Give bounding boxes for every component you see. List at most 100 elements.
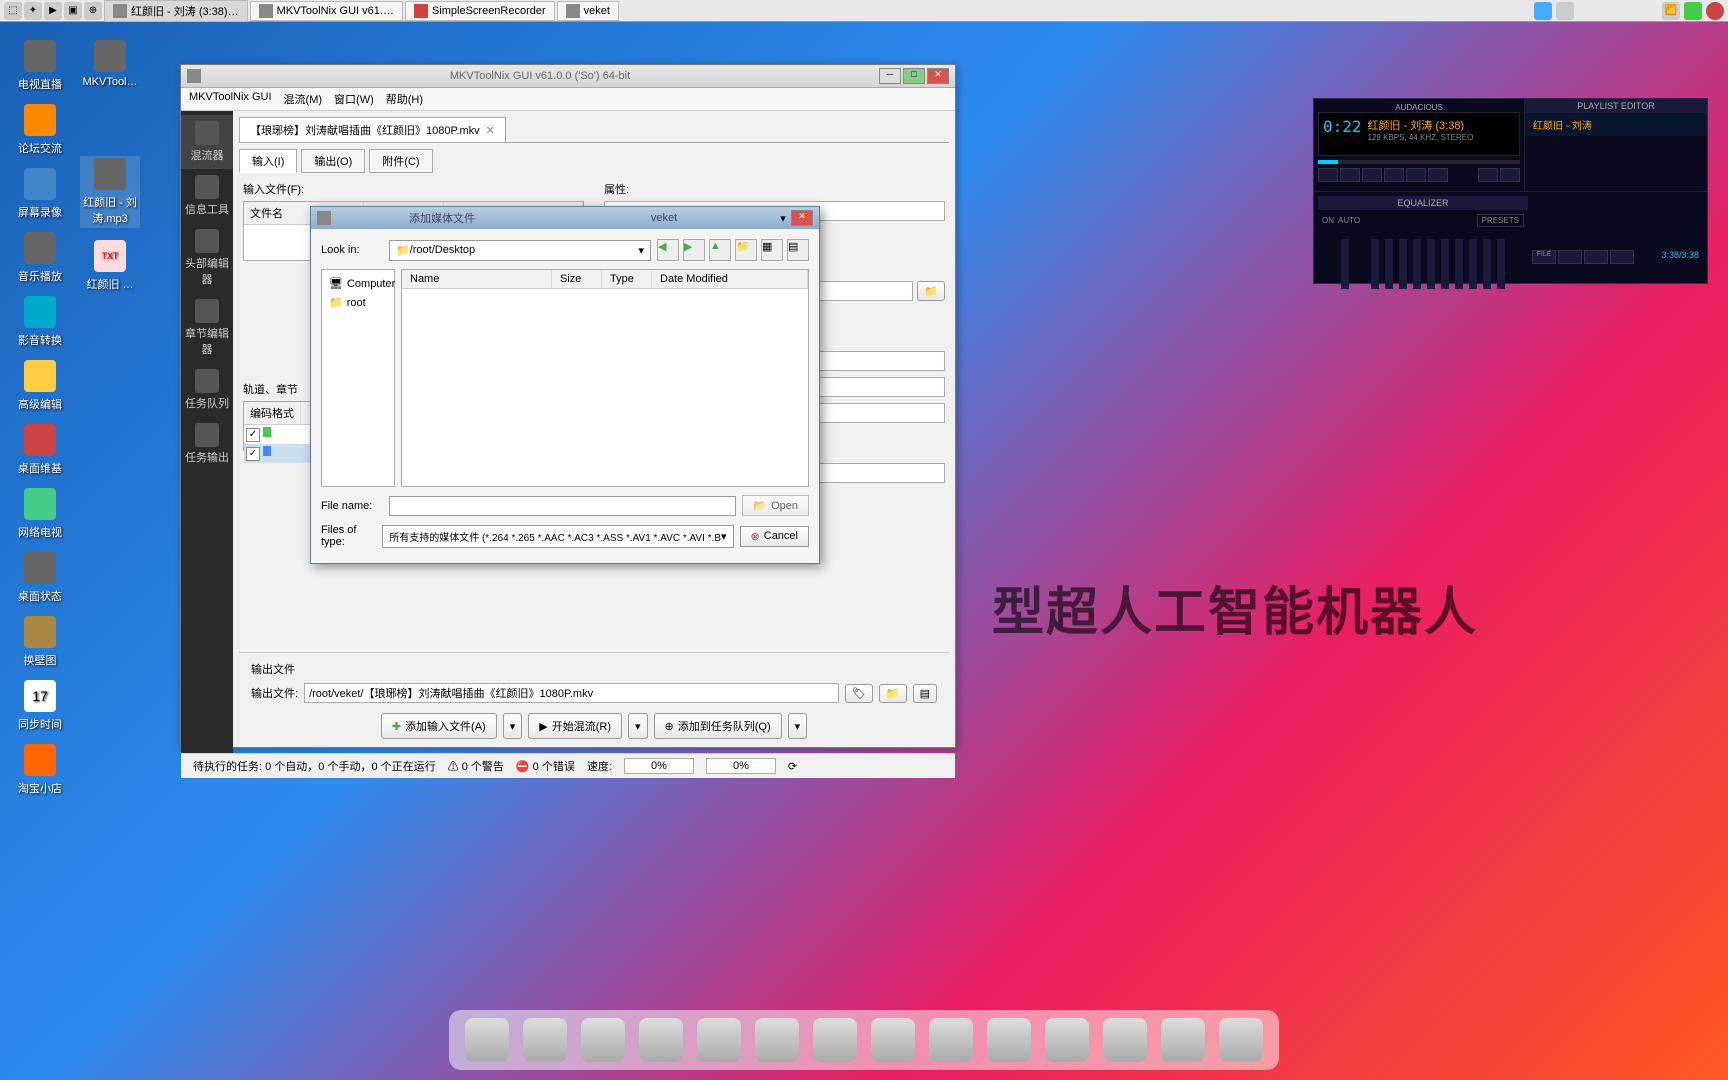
desktop-icon-nettv[interactable]: 网络电视: [10, 488, 70, 540]
menu-window[interactable]: 窗口(W): [334, 91, 374, 107]
minimize-button[interactable]: ─: [879, 68, 901, 84]
desktop-icon-wallpaper[interactable]: 换壁图: [10, 616, 70, 668]
desktop-icon-mp3[interactable]: 红颜旧 - 刘涛.mp3: [80, 156, 140, 228]
app-menu-icon[interactable]: ⬚: [4, 2, 22, 20]
back-button[interactable]: ◀: [657, 239, 679, 261]
eq-on-label[interactable]: ON: [1322, 216, 1334, 225]
detailview-button[interactable]: ▤: [787, 239, 809, 261]
battery-icon[interactable]: [1684, 2, 1702, 20]
sidebar-queue[interactable]: 任务队列: [181, 363, 233, 417]
desktop-icon-mkvtool[interactable]: MKVTool…: [80, 40, 140, 88]
add-input-button[interactable]: ✚添加输入文件(A): [381, 713, 497, 739]
close-button[interactable]: ✕: [927, 68, 949, 84]
col-size[interactable]: Size: [552, 270, 602, 288]
output-browse-button[interactable]: 📁: [879, 684, 907, 703]
maximize-button[interactable]: □: [903, 68, 925, 84]
menu-mux[interactable]: 混流(M): [284, 91, 323, 107]
subtab-output[interactable]: 输出(O): [301, 149, 365, 173]
track-checkbox-1[interactable]: ✓: [246, 428, 260, 442]
dock-item-2[interactable]: [523, 1018, 567, 1062]
sidebar-info[interactable]: 信息工具: [181, 169, 233, 223]
taskbar-item-ssr[interactable]: SimpleScreenRecorder: [405, 1, 555, 21]
repeat-button[interactable]: [1500, 168, 1520, 182]
add-queue-button[interactable]: ⊕添加到任务队列(Q): [654, 713, 782, 739]
dock-item-14[interactable]: [1219, 1018, 1263, 1062]
dock-item-13[interactable]: [1161, 1018, 1205, 1062]
sidebar-output[interactable]: 任务输出: [181, 417, 233, 471]
dock-item-4[interactable]: [639, 1018, 683, 1062]
dock-item-12[interactable]: [1103, 1018, 1147, 1062]
start-mux-dropdown[interactable]: ▾: [628, 713, 648, 739]
tray-icon-4[interactable]: ⊕: [84, 2, 102, 20]
desktop-icon-forum[interactable]: 论坛交流: [10, 104, 70, 156]
taskbar-item-audacious[interactable]: 红颜旧 - 刘涛 (3:38)…: [104, 0, 248, 22]
desktop-icon-tv[interactable]: 电视直播: [10, 40, 70, 92]
desktop-icon-time[interactable]: 17同步时间: [10, 680, 70, 732]
dialog-min-icon[interactable]: ▾: [775, 212, 791, 225]
eq-presets-button[interactable]: PRESETS: [1477, 214, 1524, 227]
dock-item-6[interactable]: [755, 1018, 799, 1062]
eq-band-10[interactable]: [1497, 239, 1505, 289]
workspace-icon[interactable]: [1556, 2, 1574, 20]
dock-item-5[interactable]: [697, 1018, 741, 1062]
lookin-combo[interactable]: 📁 /root/Desktop▾: [389, 240, 651, 261]
seek-bar[interactable]: [1318, 160, 1520, 164]
prop-browse-1[interactable]: 📁: [917, 281, 945, 301]
forward-button[interactable]: ▶: [683, 239, 705, 261]
filename-input[interactable]: [389, 496, 736, 516]
output-path-input[interactable]: [304, 683, 839, 703]
output-recent-button[interactable]: ▤: [913, 684, 937, 703]
sidebar-chapter[interactable]: 章节编辑器: [181, 293, 233, 363]
col-name[interactable]: Name: [402, 270, 552, 288]
network-icon[interactable]: 📶: [1662, 2, 1680, 20]
eq-band-1[interactable]: [1371, 239, 1379, 289]
file-list[interactable]: Name Size Type Date Modified: [401, 269, 809, 487]
desktop-icon-convert[interactable]: 影音转换: [10, 296, 70, 348]
window-titlebar[interactable]: MKVToolNix GUI v61.0.0 ('So') 64-bit ─ □…: [181, 65, 955, 88]
dock-item-11[interactable]: [1045, 1018, 1089, 1062]
eq-band-9[interactable]: [1483, 239, 1491, 289]
desktop-icon-taobao[interactable]: 淘宝小店: [10, 744, 70, 796]
col-date[interactable]: Date Modified: [652, 270, 808, 288]
record-status-icon[interactable]: [1706, 2, 1724, 20]
tab-close-icon[interactable]: ✕: [486, 124, 495, 137]
output-tag-button[interactable]: 🏷: [845, 684, 873, 703]
dialog-close-button[interactable]: ✕: [791, 210, 813, 226]
eq-preamp[interactable]: [1341, 239, 1349, 289]
sidebar-muxer[interactable]: 混流器: [181, 115, 233, 169]
newfolder-button[interactable]: 📁: [735, 239, 757, 261]
pause-button[interactable]: [1362, 168, 1382, 182]
eq-band-5[interactable]: [1427, 239, 1435, 289]
desktop-switcher-icon[interactable]: [1534, 2, 1552, 20]
menu-help[interactable]: 帮助(H): [386, 91, 423, 107]
add-input-dropdown[interactable]: ▾: [503, 713, 523, 739]
file-dialog-titlebar[interactable]: 添加媒体文件 veket ▾ ✕: [311, 207, 819, 229]
dock-item-9[interactable]: [929, 1018, 973, 1062]
shuffle-button[interactable]: [1478, 168, 1498, 182]
cancel-button[interactable]: ⊗Cancel: [740, 526, 809, 547]
start-mux-button[interactable]: ▶开始混流(R): [528, 713, 622, 739]
sidebar-header[interactable]: 头部编辑器: [181, 223, 233, 293]
track-checkbox-2[interactable]: ✓: [246, 447, 260, 461]
subtab-attach[interactable]: 附件(C): [369, 149, 432, 173]
desktop-icon-deskstat[interactable]: 桌面状态: [10, 552, 70, 604]
dock-item-10[interactable]: [987, 1018, 1031, 1062]
tray-icon-3[interactable]: ▣: [64, 2, 82, 20]
pl-misc-button[interactable]: [1610, 250, 1634, 264]
tray-icon-2[interactable]: ▶: [44, 2, 62, 20]
eq-band-4[interactable]: [1413, 239, 1421, 289]
subtab-input[interactable]: 输入(I): [239, 149, 297, 173]
dock-item-1[interactable]: [465, 1018, 509, 1062]
taskbar-item-mkvtoolnix[interactable]: MKVToolNix GUI v61.…: [250, 1, 403, 21]
pl-add-button[interactable]: [1558, 250, 1582, 264]
listview-button[interactable]: ▦: [761, 239, 783, 261]
playlist-item[interactable]: 红颜旧 - 刘涛: [1525, 113, 1707, 136]
desktop-icon-wiki[interactable]: 桌面维基: [10, 424, 70, 476]
pl-sel-button[interactable]: [1584, 250, 1608, 264]
open-button[interactable]: 📂Open: [742, 495, 809, 516]
col-type[interactable]: Type: [602, 270, 652, 288]
eq-band-8[interactable]: [1469, 239, 1477, 289]
add-queue-dropdown[interactable]: ▾: [788, 713, 808, 739]
eq-auto-label[interactable]: AUTO: [1338, 216, 1360, 225]
eq-band-7[interactable]: [1455, 239, 1463, 289]
